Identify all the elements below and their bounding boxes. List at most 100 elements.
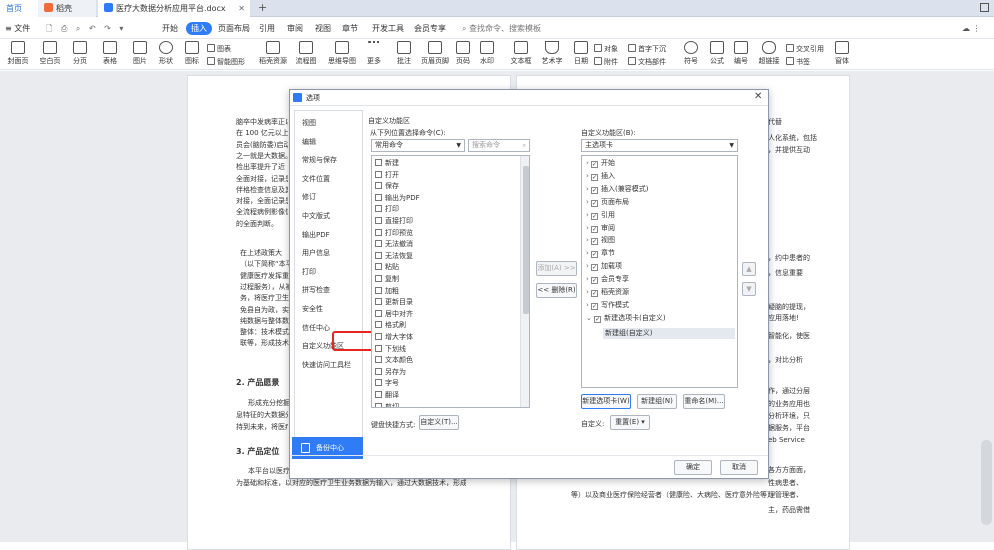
move-up-button[interactable]: ▲ <box>742 262 756 276</box>
command-item[interactable]: 字号 <box>375 378 399 388</box>
ribbon-tree[interactable]: › ✓ 开始 › ✓ 插入 › ✓ 插入(兼容模式) › ✓ 页面布局 › ✓ 引用 › ✓ 审阅 › … <box>581 155 738 388</box>
file-menu[interactable]: ≡ 文件 <box>5 22 30 35</box>
command-item[interactable]: 无法恢复 <box>375 251 413 261</box>
tree-item[interactable]: › ✓ 审阅 <box>586 223 615 233</box>
new-tab-button[interactable]: 新建选项卡(W) <box>581 394 631 409</box>
blank-page-button[interactable]: 空白页 <box>36 40 64 70</box>
textbox-button[interactable]: 文本框 <box>508 40 534 70</box>
close-tab-icon[interactable]: ✕ <box>238 0 245 17</box>
command-item[interactable]: 打开 <box>375 170 399 180</box>
checkbox[interactable]: ✓ <box>591 161 599 168</box>
command-item[interactable]: 输出为PDF <box>375 193 420 203</box>
drop-cap-button[interactable]: 首字下沉 <box>628 43 666 56</box>
checkbox[interactable]: ✓ <box>591 173 599 181</box>
new-group-button[interactable]: 新建组(N) <box>637 394 677 409</box>
page-number-button[interactable]: 页码 <box>452 40 474 70</box>
tree-item[interactable]: › ✓ 稻壳资源 <box>586 287 629 297</box>
nav-item[interactable]: 用户信息 <box>302 248 330 258</box>
menu-insert[interactable]: 插入 <box>186 22 212 35</box>
command-list-scroll-thumb[interactable] <box>523 166 529 314</box>
menu-review[interactable]: 审阅 <box>287 22 303 35</box>
command-item[interactable]: 新建 <box>375 158 399 168</box>
tree-item[interactable]: › ✓ 会员专享 <box>586 274 629 285</box>
tree-item[interactable]: › ✓ 页面布局 <box>586 197 629 207</box>
command-item[interactable]: 复制 <box>375 274 399 284</box>
menu-chapter[interactable]: 章节 <box>342 22 358 35</box>
reset-button[interactable]: 重置(E) ▾ <box>610 415 650 430</box>
command-item[interactable]: 加粗 <box>375 286 399 296</box>
command-item[interactable]: 直接打印 <box>375 216 413 226</box>
command-list[interactable]: 新建打开 保存输出为PDF 打印直接打印打印预览 无法撤消无法恢复 粘贴复制加粗 更新目录… <box>371 155 530 408</box>
search-commands-input[interactable]: 搜索命令 ⌕ <box>468 139 530 152</box>
tree-new-group[interactable]: 新建组(自定义) <box>603 328 735 339</box>
add-button[interactable]: 添加(A) >> <box>536 261 577 276</box>
flowchart-button[interactable]: 流程图 <box>292 40 320 70</box>
nav-item[interactable]: 打印 <box>302 267 316 277</box>
checkbox[interactable]: ✓ <box>594 315 602 323</box>
nav-item[interactable]: 修订 <box>302 192 316 202</box>
menu-layout[interactable]: 页面布局 <box>218 22 250 35</box>
nav-item[interactable]: 输出PDF <box>302 230 330 240</box>
tree-item[interactable]: › ✓ 视图 <box>586 235 615 246</box>
docer-resource-button[interactable]: 稻壳资源 <box>258 40 288 70</box>
nav-item[interactable]: 编辑 <box>302 137 316 147</box>
numbering-button[interactable]: 编号 <box>730 40 752 70</box>
nav-item[interactable]: 信任中心 <box>302 323 330 333</box>
chart-button[interactable]: 图表 <box>207 43 231 56</box>
smart-art-button[interactable]: 智能图形 <box>207 56 245 69</box>
object-button[interactable]: 对象 <box>594 43 618 56</box>
move-down-button[interactable]: ▼ <box>742 282 756 296</box>
command-item[interactable]: 翻译 <box>375 390 399 400</box>
checkbox[interactable]: ✓ <box>591 186 599 194</box>
command-item[interactable]: 无法撤消 <box>375 239 413 249</box>
nav-item[interactable]: 安全性 <box>302 304 323 314</box>
command-list-scrollbar[interactable] <box>520 156 529 407</box>
tree-item[interactable]: › ✓ 加载项 <box>586 261 622 272</box>
checkbox[interactable]: ✓ <box>591 238 599 246</box>
command-item[interactable]: 剪切 <box>375 402 399 407</box>
bookmark-button[interactable]: 书签 <box>786 56 810 69</box>
command-item[interactable]: 下划线 <box>375 344 406 354</box>
more-button[interactable]: 更多 <box>362 40 386 70</box>
tree-item[interactable]: › ✓ 插入 <box>586 171 615 181</box>
menu-reference[interactable]: 引用 <box>259 22 275 35</box>
nav-item[interactable]: 中文版式 <box>302 211 330 221</box>
menu-view[interactable]: 视图 <box>315 22 331 35</box>
formula-button[interactable]: 公式 <box>706 40 728 70</box>
command-item[interactable]: 打印 <box>375 204 399 214</box>
form-button[interactable]: 窗体 <box>830 40 854 70</box>
wordart-button[interactable]: 艺术字 <box>538 40 566 70</box>
window-restore-icon[interactable] <box>980 3 989 12</box>
mindmap-button[interactable]: 思维导图 <box>324 40 360 70</box>
command-item[interactable]: 增大字体 <box>375 332 413 342</box>
tree-item[interactable]: › ✓ 开始 <box>586 158 615 168</box>
picture-button[interactable]: 图片 <box>128 40 152 70</box>
comment-button[interactable]: 批注 <box>392 40 416 70</box>
command-item[interactable]: 打印预览 <box>375 228 413 238</box>
tab-home[interactable]: 首页 <box>0 0 38 17</box>
ok-button[interactable]: 确定 <box>674 460 712 475</box>
command-item[interactable]: 粘贴 <box>375 262 399 272</box>
rename-button[interactable]: 重命名(M)... <box>683 394 725 409</box>
date-button[interactable]: 日期 <box>570 40 592 70</box>
symbol-button[interactable]: 符号 <box>680 40 702 70</box>
command-item[interactable]: 保存 <box>375 181 399 191</box>
tree-item[interactable]: › ✓ 插入(兼容模式) <box>586 184 649 194</box>
cover-page-button[interactable]: 封面页 <box>4 40 32 70</box>
nav-item[interactable]: 文件位置 <box>302 174 330 184</box>
tree-item[interactable]: ⌄ ✓ 新建选项卡(自定义) <box>586 313 666 323</box>
nav-item[interactable]: 常规与保存 <box>302 155 337 165</box>
dialog-close-icon[interactable]: ✕ <box>754 91 762 102</box>
table-button[interactable]: 表格 <box>98 40 122 70</box>
checkbox[interactable]: ✓ <box>591 264 599 272</box>
shortcut-customize-button[interactable]: 自定义(T)... <box>419 415 459 430</box>
tree-item[interactable]: › ✓ 章节 <box>586 248 615 259</box>
shape-button[interactable]: 形状 <box>154 40 178 70</box>
document-scrollbar[interactable] <box>981 440 992 525</box>
tab-docer[interactable]: 稻壳 <box>38 0 96 17</box>
checkbox[interactable]: ✓ <box>591 302 599 310</box>
command-item[interactable]: 更新目录 <box>375 297 413 307</box>
checkbox[interactable]: ✓ <box>591 251 599 259</box>
command-item[interactable]: 居中对齐 <box>375 309 413 319</box>
menu-member[interactable]: 会员专享 <box>414 22 446 35</box>
